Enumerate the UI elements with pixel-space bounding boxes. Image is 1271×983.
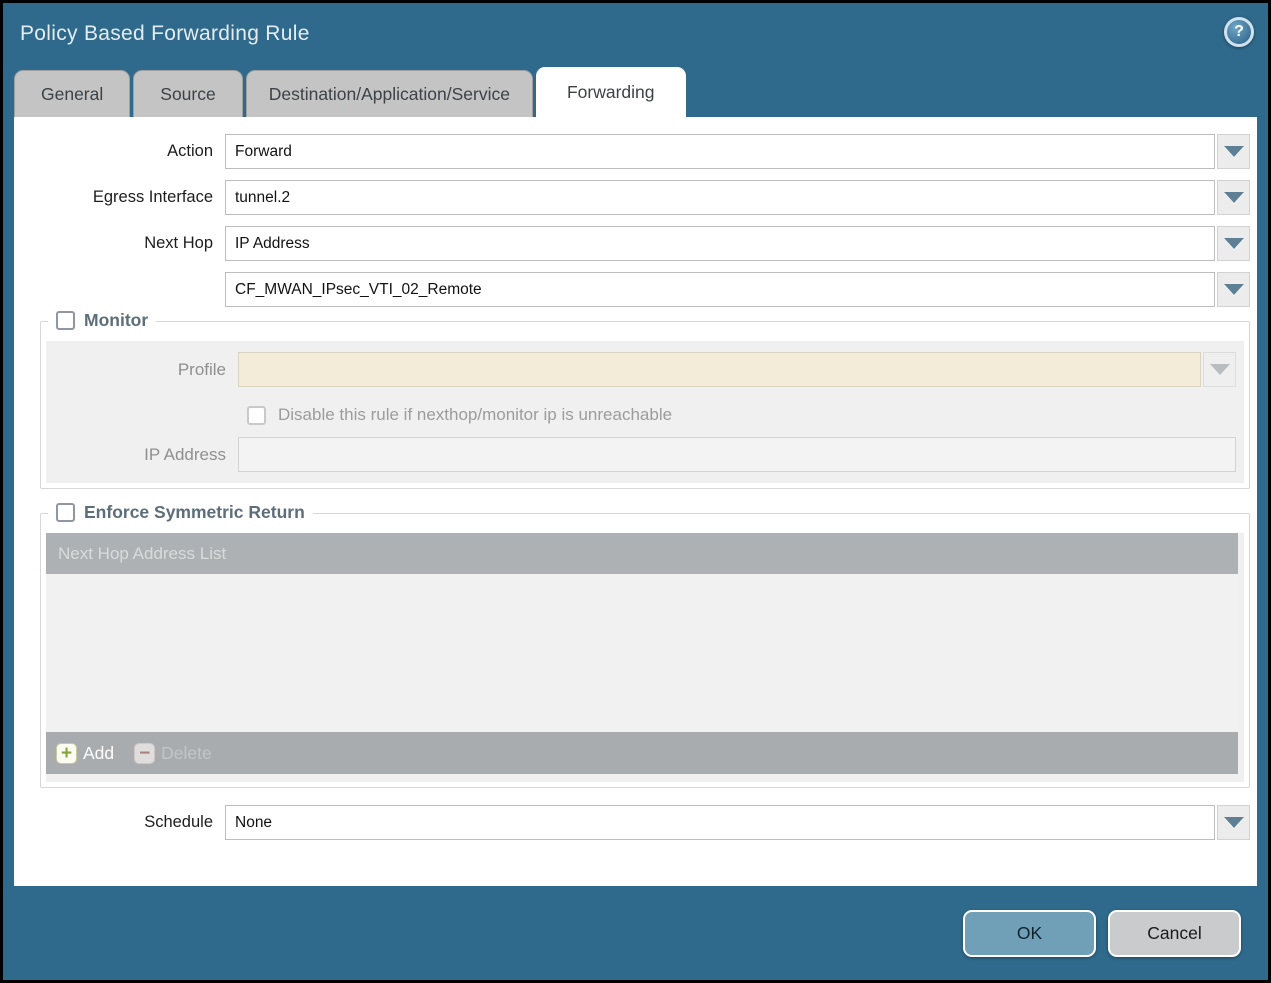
next-hop-address-list-table: Next Hop Address List + Add − Delete [46, 533, 1238, 774]
tab-label: General [41, 84, 103, 105]
chevron-down-icon [1224, 817, 1244, 828]
chevron-down-icon [1224, 146, 1244, 157]
chevron-down-icon [1224, 284, 1244, 295]
next-hop-address-input[interactable] [225, 272, 1215, 307]
enforce-symmetric-return-legend: Enforce Symmetric Return [48, 502, 313, 523]
egress-interface-input[interactable] [225, 180, 1215, 215]
help-icon[interactable]: ? [1224, 17, 1254, 47]
next-hop-type-input[interactable] [225, 226, 1215, 261]
next-hop-type-dropdown-button[interactable] [1217, 226, 1250, 261]
next-hop-address-list-panel: Next Hop Address List + Add − Delete [46, 533, 1244, 782]
enforce-symmetric-return-checkbox[interactable] [56, 503, 75, 522]
egress-interface-dropdown-button[interactable] [1217, 180, 1250, 215]
schedule-row: Schedule [23, 805, 1250, 840]
action-dropdown-button[interactable] [1217, 134, 1250, 169]
profile-dropdown-button [1203, 352, 1236, 387]
next-hop-address-list-header: Next Hop Address List [46, 533, 1238, 574]
add-button-label: Add [83, 743, 114, 764]
monitor-checkbox[interactable] [56, 311, 75, 330]
monitor-panel: Profile Disable this rule if nexthop/mon… [46, 341, 1244, 483]
profile-label: Profile [46, 352, 238, 387]
next-hop-address-label [23, 272, 225, 307]
next-hop-address-dropdown-button[interactable] [1217, 272, 1250, 307]
next-hop-row: Next Hop [23, 226, 1250, 261]
schedule-dropdown-button[interactable] [1217, 805, 1250, 840]
next-hop-label: Next Hop [23, 226, 225, 261]
tab-source[interactable]: Source [133, 70, 242, 117]
chevron-down-icon [1224, 192, 1244, 203]
monitor-ip-label: IP Address [46, 437, 238, 472]
dialog-footer: OK Cancel [3, 886, 1268, 980]
schedule-label: Schedule [23, 805, 225, 840]
tab-destination-application-service[interactable]: Destination/Application/Service [246, 70, 533, 117]
action-input[interactable] [225, 134, 1215, 169]
action-row: Action [23, 134, 1250, 169]
dialog-titlebar: Policy Based Forwarding Rule ? [3, 3, 1268, 65]
disable-rule-row: Disable this rule if nexthop/monitor ip … [46, 398, 1236, 432]
delete-button: − Delete [134, 743, 212, 764]
ok-button-label: OK [1017, 923, 1042, 944]
action-label: Action [23, 134, 225, 169]
dialog-title: Policy Based Forwarding Rule [20, 22, 310, 46]
tab-general[interactable]: General [14, 70, 130, 117]
enforce-symmetric-return-fieldset: Enforce Symmetric Return Next Hop Addres… [40, 513, 1250, 788]
profile-input [238, 352, 1201, 387]
monitor-legend: Monitor [48, 310, 156, 331]
monitor-fieldset: Monitor Profile Disable this rule if nex… [40, 321, 1250, 489]
schedule-input[interactable] [225, 805, 1215, 840]
minus-icon: − [134, 743, 155, 764]
egress-interface-label: Egress Interface [23, 180, 225, 215]
tab-label: Source [160, 84, 215, 105]
disable-rule-checkbox [247, 406, 266, 425]
profile-row: Profile [46, 352, 1236, 387]
monitor-title: Monitor [84, 310, 148, 331]
column-header-label: Next Hop Address List [58, 544, 226, 564]
monitor-ip-row: IP Address [46, 437, 1236, 472]
add-button[interactable]: + Add [56, 743, 114, 764]
delete-button-label: Delete [161, 743, 212, 764]
tab-label: Forwarding [567, 82, 655, 103]
cancel-button[interactable]: Cancel [1108, 910, 1241, 957]
chevron-down-icon [1210, 364, 1230, 375]
policy-based-forwarding-dialog: Policy Based Forwarding Rule ? General S… [0, 0, 1271, 983]
enforce-symmetric-return-title: Enforce Symmetric Return [84, 502, 305, 523]
monitor-ip-input [238, 437, 1236, 472]
tab-label: Destination/Application/Service [269, 84, 510, 105]
egress-interface-row: Egress Interface [23, 180, 1250, 215]
forwarding-tab-panel: Action Egress Interface Next Hop [14, 117, 1257, 886]
cancel-button-label: Cancel [1147, 923, 1201, 944]
next-hop-address-row [23, 272, 1250, 307]
disable-rule-label: Disable this rule if nexthop/monitor ip … [278, 405, 672, 425]
tab-forwarding[interactable]: Forwarding [536, 67, 686, 117]
chevron-down-icon [1224, 238, 1244, 249]
next-hop-address-list-body [46, 574, 1238, 732]
tab-bar: General Source Destination/Application/S… [14, 65, 1257, 117]
help-glyph: ? [1234, 23, 1244, 41]
next-hop-address-list-toolbar: + Add − Delete [46, 732, 1238, 774]
plus-icon: + [56, 743, 77, 764]
ok-button[interactable]: OK [963, 910, 1096, 957]
